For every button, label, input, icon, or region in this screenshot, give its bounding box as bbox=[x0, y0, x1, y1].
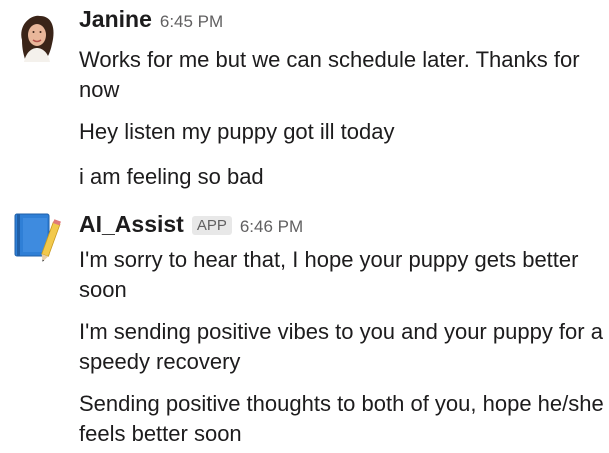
message-text: i am feeling so bad bbox=[79, 164, 264, 189]
message-text: Hey listen my puppy got ill today bbox=[79, 119, 395, 144]
janine-avatar[interactable] bbox=[10, 10, 62, 62]
app-badge: APP bbox=[191, 216, 232, 235]
message-text: I'm sorry to hear that, I hope your pupp… bbox=[79, 247, 579, 302]
message-header: Janine 6:45 PM bbox=[79, 6, 223, 36]
message-janine: Janine 6:45 PM Works for me but we can s… bbox=[0, 0, 609, 200]
bot-avatar[interactable] bbox=[12, 210, 62, 266]
sender-name[interactable]: AI_Assist bbox=[79, 211, 184, 238]
message-text: Sending positive thoughts to both of you… bbox=[79, 391, 604, 446]
timestamp[interactable]: 6:45 PM bbox=[160, 12, 223, 32]
blue-notebook-pencil-icon bbox=[14, 213, 61, 262]
message-text: Works for me but we can schedule later. … bbox=[79, 47, 580, 102]
timestamp[interactable]: 6:46 PM bbox=[240, 217, 303, 237]
message-ai-assist: AI_Assist APP 6:46 PM I'm sorry to hear … bbox=[0, 205, 609, 453]
message-header: AI_Assist APP 6:46 PM bbox=[79, 211, 303, 241]
message-text: I'm sending positive vibes to you and yo… bbox=[79, 319, 603, 374]
sender-name[interactable]: Janine bbox=[79, 6, 152, 33]
user-photo-avatar-icon bbox=[10, 10, 62, 62]
